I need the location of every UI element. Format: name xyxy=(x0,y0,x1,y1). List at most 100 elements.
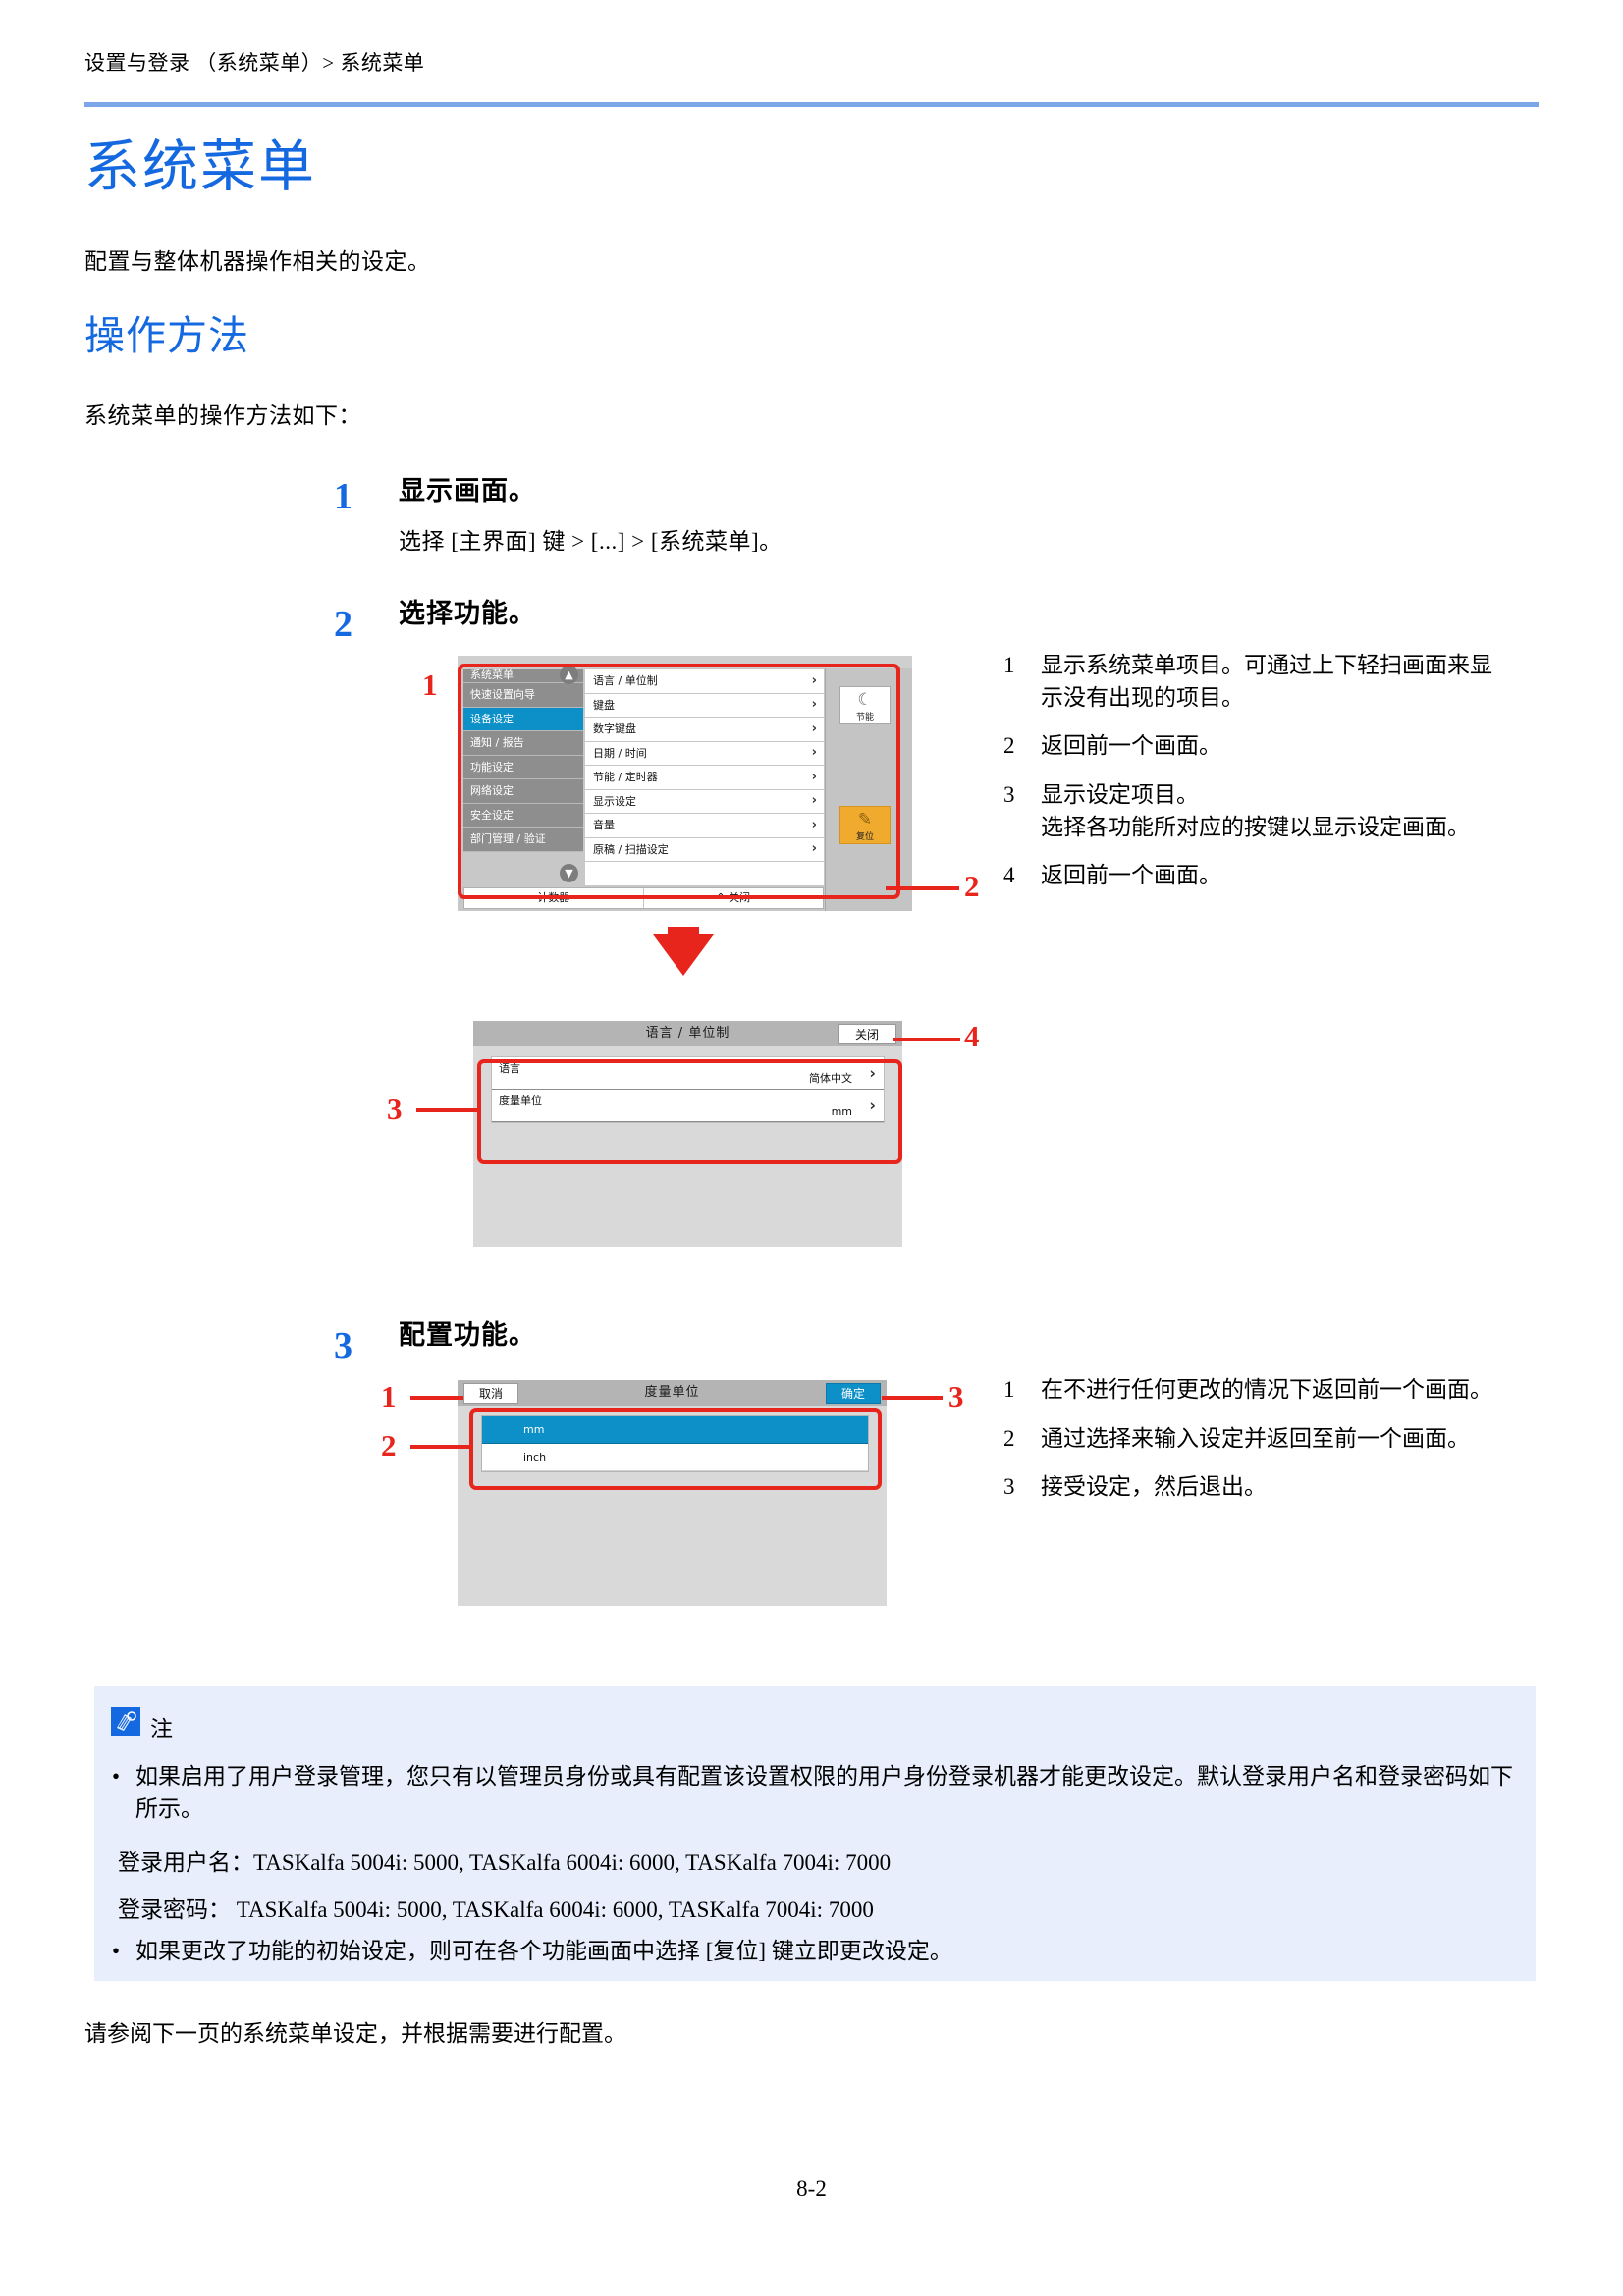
panel-title-bar: 度量单位 取消 确定 xyxy=(458,1380,887,1406)
sidebar-item-notification-report[interactable]: 通知 / 报告 xyxy=(463,731,583,756)
annotation-text: 返回前一个画面。 xyxy=(1041,863,1221,888)
close-button[interactable]: ^ 关闭 xyxy=(644,888,824,908)
list-item-original-scan[interactable]: 原稿 / 扫描设定 › xyxy=(585,838,824,862)
sidebar-item-quick-setup[interactable]: 快速设置向导 xyxy=(463,683,583,708)
note-credential-password: 登录密码： TASKalfa 5004i: 5000, TASKalfa 600… xyxy=(118,1897,874,1922)
list-item-label: 键盘 xyxy=(593,698,615,712)
option-inch[interactable]: inch xyxy=(482,1444,868,1471)
callout-number-2-shot1: 2 xyxy=(964,869,980,903)
annotation-index: 2 xyxy=(1003,733,1015,759)
annotation-index: 2 xyxy=(1003,1425,1015,1451)
reset-key[interactable]: ✎ 复位 xyxy=(839,806,891,844)
sidebar-item-job-accounting[interactable]: 部门管理 / 验证 xyxy=(463,828,583,852)
setting-label: 语言 xyxy=(499,1062,520,1075)
sidebar-item-network-settings[interactable]: 网络设定 xyxy=(463,779,583,804)
callout-leader-2-shot3 xyxy=(410,1445,471,1449)
callout-leader-4-shot2 xyxy=(893,1038,960,1041)
callout-number-2-shot3: 2 xyxy=(381,1428,397,1463)
annotation-text: 接受设定，然后退出。 xyxy=(1041,1474,1267,1500)
flow-arrow-stem xyxy=(668,927,699,938)
settings-list: 语言 / 单位制 › 键盘 › 数字键盘 › 日期 / 时间 › 节能 / 定时… xyxy=(585,669,824,885)
list-item-energy-timer[interactable]: 节能 / 定时器 › xyxy=(585,766,824,790)
section-heading: 操作方法 xyxy=(84,312,249,359)
note-bullet-text: 如果启用了用户登录管理，您只有以管理员身份或具有配置该设置权限的用户身份登录机器… xyxy=(135,1764,1513,1821)
ok-button[interactable]: 确定 xyxy=(826,1383,881,1404)
callout-leader-2-shot1 xyxy=(886,886,959,890)
chevron-right-icon: › xyxy=(869,1095,876,1115)
callout-number-1-shot3: 1 xyxy=(381,1379,397,1414)
panel-brand-strip xyxy=(458,656,912,668)
setting-value: mm xyxy=(831,1105,852,1118)
annotation-row: 3 显示设定项目。 选择各功能所对应的按键以显示设定画面。 xyxy=(1003,779,1514,843)
list-item-date-time[interactable]: 日期 / 时间 › xyxy=(585,742,824,766)
setting-row-language[interactable]: 语言 简体中文 › xyxy=(492,1057,884,1090)
bullet-dot-icon: • xyxy=(112,1764,121,1789)
callout-leader-3-shot2 xyxy=(416,1108,479,1112)
callout-leader-1-shot3 xyxy=(410,1396,463,1400)
flow-arrow-icon xyxy=(653,934,714,976)
annotation-text: 显示设定项目。 选择各功能所对应的按键以显示设定画面。 xyxy=(1041,781,1470,839)
annotation-row: 2 通过选择来输入设定并返回至前一个画面。 xyxy=(1003,1423,1514,1456)
step-number-3: 3 xyxy=(334,1325,352,1366)
note-bullet-1: • 如果启用了用户登录管理，您只有以管理员身份或具有配置该设置权限的用户身份登录… xyxy=(112,1761,1520,1825)
close-button[interactable]: 关闭 xyxy=(838,1024,896,1044)
option-mm[interactable]: mm xyxy=(482,1416,868,1444)
list-item-sound[interactable]: 音量 › xyxy=(585,814,824,838)
page-number: 8-2 xyxy=(796,2176,827,2201)
close-button-label: 关闭 xyxy=(729,891,751,904)
option-list: mm inch xyxy=(481,1415,869,1472)
step-number-1: 1 xyxy=(334,476,352,517)
setting-row-measurement-unit[interactable]: 度量单位 mm › xyxy=(492,1090,884,1122)
chevron-right-icon: › xyxy=(811,672,817,688)
annotation-row: 1 在不进行任何更改的情况下返回前一个画面。 xyxy=(1003,1374,1514,1407)
hardware-keys: ☾ 节能 ✎ 复位 xyxy=(825,668,912,911)
list-item-display-settings[interactable]: 显示设定 › xyxy=(585,790,824,814)
breadcrumb: 设置与登录 （系统菜单）> 系统菜单 xyxy=(84,51,425,75)
callout-number-1-shot1: 1 xyxy=(422,667,438,702)
annotation-row: 4 返回前一个画面。 xyxy=(1003,860,1514,892)
annotation-index: 4 xyxy=(1003,863,1015,888)
page-title: 系统菜单 xyxy=(84,134,316,199)
scroll-up-icon[interactable]: ▲ xyxy=(560,666,578,684)
list-item-label: 语言 / 单位制 xyxy=(593,674,658,687)
annotation-text: 返回前一个画面。 xyxy=(1041,733,1221,759)
header-rule xyxy=(84,102,1539,107)
list-item-numeric-keypad[interactable]: 数字键盘 › xyxy=(585,718,824,742)
sidebar-item-security-settings[interactable]: 安全设定 xyxy=(463,803,583,828)
list-item-keyboard[interactable]: 键盘 › xyxy=(585,694,824,718)
callout-leader-3-shot3 xyxy=(882,1396,943,1400)
energy-saver-label: 节能 xyxy=(855,713,874,722)
note-title: 注 xyxy=(150,1717,173,1741)
list-item-label: 音量 xyxy=(593,819,615,831)
cancel-button[interactable]: 取消 xyxy=(463,1383,518,1404)
chevron-right-icon: › xyxy=(811,793,817,808)
settings-group: 语言 简体中文 › 度量单位 mm › xyxy=(491,1056,885,1123)
chevron-right-icon: › xyxy=(811,841,817,856)
note-bullet-2: • 如果更改了功能的初始设定，则可在各个功能画面中选择 [复位] 键立即更改设定… xyxy=(112,1936,1520,1968)
note-box: 注 • 如果启用了用户登录管理，您只有以管理员身份或具有配置该设置权限的用户身份… xyxy=(94,1686,1536,1981)
energy-saver-key[interactable]: ☾ 节能 xyxy=(839,686,891,724)
annotation-row: 2 返回前一个画面。 xyxy=(1003,730,1514,763)
annotation-index: 1 xyxy=(1003,1377,1015,1402)
step-body-1: 选择 [主界面] 键 > [...] > [系统菜单]。 xyxy=(399,529,783,554)
step-title-3: 配置功能。 xyxy=(399,1320,536,1350)
note-bullet-text: 如果更改了功能的初始设定，则可在各个功能画面中选择 [复位] 键立即更改设定。 xyxy=(135,1939,952,1963)
counter-button[interactable]: 计数器 xyxy=(464,888,644,908)
scroll-down-icon[interactable]: ▼ xyxy=(560,864,578,882)
step-title-1: 显示画面。 xyxy=(399,476,536,506)
setting-value: 简体中文 xyxy=(809,1072,852,1085)
step-title-2: 选择功能。 xyxy=(399,599,536,628)
setting-label: 度量单位 xyxy=(499,1095,542,1107)
note-credential-username: 登录用户名：TASKalfa 5004i: 5000, TASKalfa 600… xyxy=(118,1850,892,1875)
annotation-index: 1 xyxy=(1003,653,1015,677)
list-item-language-unit[interactable]: 语言 / 单位制 › xyxy=(585,669,824,694)
chevron-right-icon: › xyxy=(869,1063,876,1083)
closing-paragraph: 请参阅下一页的系统菜单设定，并根据需要进行配置。 xyxy=(84,2021,626,2046)
annotation-text: 显示系统菜单项目。可通过上下轻扫画面来显示没有出现的项目。 xyxy=(1041,653,1492,710)
note-icon xyxy=(111,1707,140,1736)
list-item-label: 数字键盘 xyxy=(593,722,636,735)
sidebar-item-function-settings[interactable]: 功能设定 xyxy=(463,755,583,779)
reset-label: 复位 xyxy=(855,832,874,842)
annotation-row: 1 显示系统菜单项目。可通过上下轻扫画面来显示没有出现的项目。 xyxy=(1003,650,1514,714)
sidebar-item-device-settings[interactable]: 设备设定 xyxy=(463,707,583,731)
